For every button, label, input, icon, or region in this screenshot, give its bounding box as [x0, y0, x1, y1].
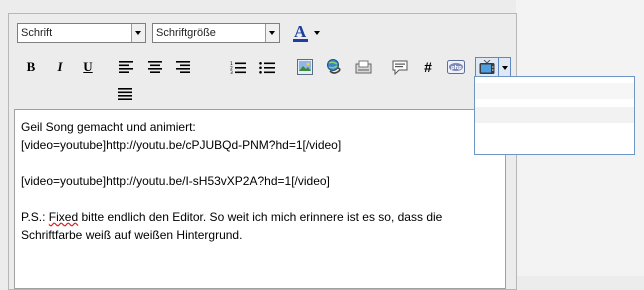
dropdown-item[interactable]	[475, 83, 634, 99]
editor-line: Schriftfarbe weiß auf weißen Hintergrund…	[21, 228, 243, 242]
font-size-select[interactable]: Schriftgröße	[152, 23, 280, 43]
ordered-list-button[interactable]: 123	[228, 57, 248, 77]
link-icon	[327, 59, 341, 74]
editor-text-segment: bitte endlich den Editor. So weit ich mi…	[78, 210, 443, 224]
image-icon	[297, 59, 313, 75]
align-justify-button[interactable]	[115, 84, 135, 104]
align-right-icon	[176, 61, 190, 73]
chevron-down-icon[interactable]	[502, 66, 508, 70]
font-color-icon: A	[292, 22, 312, 43]
font-select[interactable]: Schrift	[17, 23, 146, 43]
php-button[interactable]: php	[446, 57, 466, 77]
insert-image-button[interactable]	[295, 57, 315, 77]
align-left-button[interactable]	[116, 57, 136, 77]
align-center-button[interactable]	[145, 57, 165, 77]
code-icon: #	[424, 59, 432, 75]
insert-link-button[interactable]	[324, 57, 344, 77]
align-center-icon	[148, 61, 162, 73]
font-color-bar	[293, 39, 308, 42]
video-dropdown-menu	[474, 76, 635, 155]
misspelled-word: Fixed	[48, 210, 79, 224]
svg-text:3: 3	[230, 70, 233, 74]
underline-button[interactable]: U	[78, 57, 98, 77]
quote-icon	[392, 60, 408, 75]
unordered-list-icon	[259, 61, 275, 74]
editor-toolbar: Schrift Schriftgröße A B I U 1 2 3 # php	[9, 14, 516, 108]
ordered-list-icon: 123	[230, 61, 246, 74]
align-justify-icon	[118, 88, 132, 100]
quote-button[interactable]	[390, 57, 410, 77]
editor-frame: Schrift Schriftgröße A B I U 1 2 3 # php…	[8, 13, 517, 290]
font-select-value: Schrift	[21, 27, 53, 39]
editor-line: P.S.: Fixed bitte endlich den Editor. So…	[21, 208, 505, 226]
editor-line: Geil Song gemacht und animiert:	[21, 120, 196, 134]
tv-icon	[479, 60, 495, 74]
editor-line	[21, 154, 505, 172]
italic-button[interactable]: I	[50, 57, 70, 77]
unordered-list-button[interactable]	[257, 57, 277, 77]
code-button[interactable]: #	[418, 57, 438, 77]
font-color-button[interactable]: A	[289, 22, 323, 43]
chevron-down-icon	[314, 31, 320, 35]
editor-line: [video=youtube]http://youtu.be/cPJUBQd-P…	[21, 138, 342, 152]
chevron-down-icon	[265, 24, 279, 42]
split-divider	[498, 58, 499, 77]
message-editor[interactable]: Geil Song gemacht und animiert: [video=y…	[14, 109, 506, 289]
align-right-button[interactable]	[173, 57, 193, 77]
email-icon	[355, 60, 371, 73]
dropdown-item[interactable]	[475, 107, 634, 123]
editor-text-segment: P.S.:	[21, 210, 49, 224]
chevron-down-icon	[131, 24, 145, 42]
insert-video-button[interactable]	[475, 57, 511, 78]
underline-icon: U	[83, 59, 93, 74]
bold-button[interactable]: B	[21, 57, 41, 77]
align-left-icon	[119, 61, 133, 73]
editor-line	[21, 190, 505, 208]
editor-line: [video=youtube]http://youtu.be/I-sH53vXP…	[21, 174, 330, 188]
svg-text:php: php	[451, 65, 462, 71]
font-size-select-value: Schriftgröße	[156, 27, 216, 39]
php-icon: php	[447, 60, 465, 74]
bold-icon: B	[26, 59, 36, 74]
insert-email-button[interactable]	[353, 57, 373, 77]
italic-icon: I	[57, 59, 63, 74]
